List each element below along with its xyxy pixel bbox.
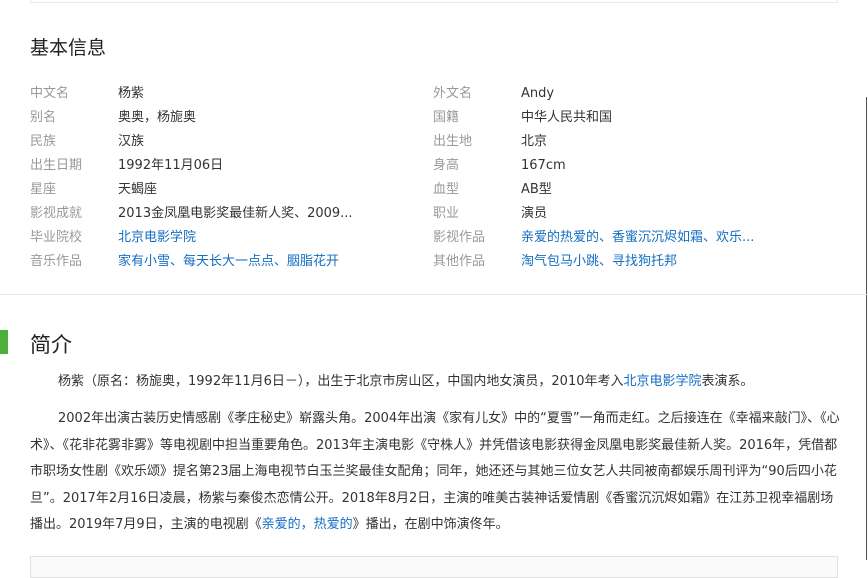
text: 2002年出演古装历史情感剧《孝庄秘史》崭露头角。2004年出演《家有儿女》中的… <box>30 411 840 532</box>
info-label: 出生地 <box>433 134 473 149</box>
info-label: 毕业院校 <box>30 230 83 245</box>
info-value-link[interactable]: 亲爱的热爱的、香蜜沉沉烬如霜、欢乐... <box>521 228 754 248</box>
info-value: AB型 <box>521 182 552 197</box>
section-marker <box>0 330 8 354</box>
info-label: 影视作品 <box>433 230 486 245</box>
info-value-link[interactable]: 淘气包马小跳、寻找狗托邦 <box>521 252 677 272</box>
link-beijing-film-academy[interactable]: 北京电影学院 <box>623 374 701 389</box>
info-value: 中华人民共和国 <box>521 110 613 125</box>
info-label: 外文名 <box>433 86 473 101</box>
basic-info-title: 基本信息 <box>30 37 107 59</box>
info-label: 影视成就 <box>30 206 83 221</box>
intro-paragraph-2: 2002年出演古装历史情感剧《孝庄秘史》崭露头角。2004年出演《家有儿女》中的… <box>30 406 840 539</box>
previous-section-box <box>30 0 838 3</box>
info-label: 音乐作品 <box>30 254 83 269</box>
info-value-link[interactable]: 家有小雪、每天长大一点点、胭脂花开 <box>118 252 339 272</box>
info-label: 国籍 <box>433 110 460 125</box>
info-value: Andy <box>521 86 555 101</box>
info-label: 别名 <box>30 110 57 125</box>
intro-paragraph-1: 杨紫（原名：杨旎奥，1992年11月6日－），出生于北京市房山区，中国内地女演员… <box>30 369 840 396</box>
text: 表演系。 <box>701 374 754 389</box>
info-label: 身高 <box>433 158 460 173</box>
info-label: 其他作品 <box>433 254 486 269</box>
info-label: 民族 <box>30 134 57 149</box>
info-value-link[interactable]: 北京电影学院 <box>118 228 196 248</box>
info-value: 奥奥，杨旎奥 <box>118 110 197 125</box>
next-section-box <box>30 556 838 578</box>
info-label: 职业 <box>433 206 460 221</box>
info-label: 星座 <box>30 182 57 197</box>
text: 杨紫（原名：杨旎奥，1992年11月6日－），出生于北京市房山区，中国内地女演员… <box>58 374 624 389</box>
info-label: 中文名 <box>30 86 70 101</box>
info-label: 血型 <box>433 182 460 197</box>
intro-title: 简介 <box>30 333 72 357</box>
info-value: 演员 <box>521 206 548 221</box>
info-value: 北京 <box>521 134 548 149</box>
info-value: 2013金凤凰电影奖最佳新人奖、2009... <box>118 206 353 221</box>
info-value: 汉族 <box>118 134 145 149</box>
info-value: 杨紫 <box>118 86 145 101</box>
info-value: 167cm <box>521 158 566 173</box>
scrollbar[interactable] <box>866 97 867 560</box>
section-divider <box>0 294 868 295</box>
link-drama-title[interactable]: 亲爱的，热爱的 <box>262 517 353 532</box>
info-label: 出生日期 <box>30 158 83 173</box>
info-value: 天蝎座 <box>118 182 158 197</box>
info-value: 1992年11月06日 <box>118 158 224 173</box>
text: 》播出，在剧中饰演佟年。 <box>352 517 509 532</box>
